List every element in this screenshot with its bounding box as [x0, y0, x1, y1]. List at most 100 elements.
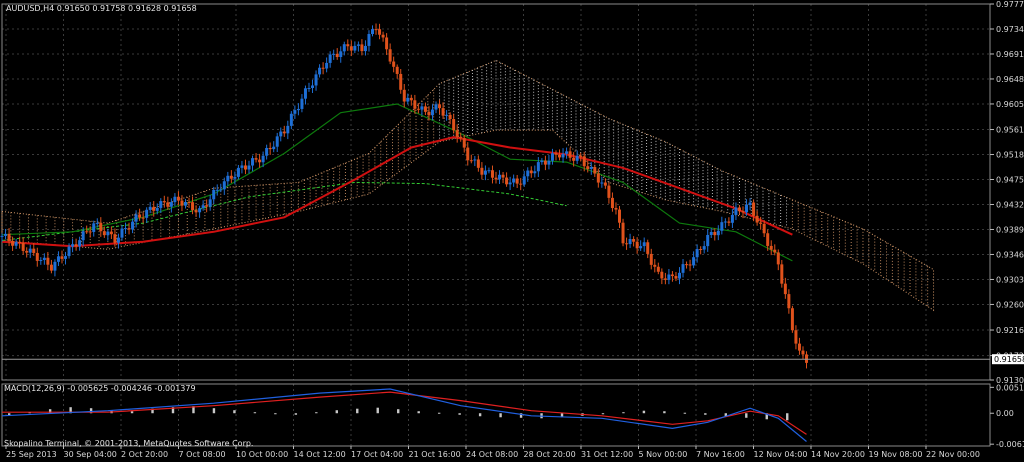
candle-body	[554, 153, 558, 155]
candle-body	[303, 88, 307, 99]
candle-body	[737, 207, 741, 212]
macd-y-tick-label: 0.00	[996, 409, 1014, 418]
candle-body	[342, 44, 346, 52]
candle-body	[653, 264, 657, 267]
candle-body	[670, 274, 674, 277]
candle-body	[14, 242, 18, 246]
candle-body	[138, 214, 142, 218]
macd-histogram-bar	[335, 410, 338, 414]
x-tick-label: 7 Nov 16:00	[696, 450, 745, 459]
candle-body	[462, 138, 466, 148]
candle-body	[339, 51, 343, 58]
candle-body	[692, 257, 696, 266]
macd-histogram-bar	[294, 413, 298, 415]
candle-body	[445, 114, 449, 116]
candle-body	[236, 167, 240, 177]
candle-body	[392, 61, 396, 67]
macd-histogram-bar	[376, 407, 379, 414]
x-tick-label: 10 Oct 00:00	[236, 450, 288, 459]
candle-body	[618, 209, 621, 223]
candle-body	[321, 67, 325, 69]
candle-body	[730, 214, 734, 223]
candle-body	[85, 231, 89, 233]
candle-body	[53, 261, 57, 271]
copyright-text: Skopalino Terminal, © 2001-2013, MetaQuo…	[4, 439, 253, 448]
candle-body	[459, 136, 463, 139]
candle-body	[191, 202, 195, 211]
candle-body	[71, 244, 75, 247]
macd-histogram-bar	[437, 412, 441, 414]
candle-body	[579, 155, 583, 157]
candle-body	[127, 228, 131, 230]
x-tick-label: 28 Oct 20:00	[524, 450, 576, 459]
candle-body	[745, 204, 749, 213]
candle-body	[99, 222, 103, 232]
y-tick-label: 0.93460	[996, 250, 1024, 259]
candle-body	[328, 54, 332, 63]
candle-body	[543, 160, 547, 165]
candle-body	[688, 264, 692, 266]
candle-body	[7, 233, 11, 241]
candle-body	[265, 147, 269, 156]
trading-chart[interactable]: 0.97770 0.97340 0.96910 0.96480 0.96050 0.956…	[0, 0, 1024, 462]
candle-body	[95, 222, 99, 224]
candle-body	[780, 264, 784, 284]
candle-body	[713, 231, 717, 236]
candle-body	[78, 240, 82, 247]
candle-body	[395, 66, 399, 74]
macd-histogram-bar	[642, 410, 646, 414]
x-tick-label: 5 Nov 00:00	[639, 450, 688, 459]
macd-histogram-bar	[315, 412, 318, 414]
candle-body	[275, 136, 279, 147]
candle-body	[769, 245, 773, 250]
candle-body	[427, 111, 431, 116]
candle-body	[46, 257, 50, 265]
candle-body	[21, 242, 25, 251]
candle-body	[293, 110, 297, 114]
macd-histogram-bar	[745, 413, 748, 418]
candle-body	[706, 234, 710, 247]
candle-body	[438, 104, 442, 109]
candle-body	[610, 197, 614, 209]
macd-histogram-bar	[253, 412, 257, 414]
candle-body	[367, 34, 371, 46]
macd-histogram-bar	[233, 410, 236, 414]
candle-body	[487, 170, 491, 172]
candle-body	[656, 266, 660, 272]
candle-body	[92, 223, 96, 232]
macd-histogram-bar	[663, 411, 666, 414]
x-tick-label: 17 Oct 04:00	[351, 450, 403, 459]
candle-body	[148, 206, 152, 210]
candle-body	[766, 233, 770, 246]
candle-body	[406, 97, 410, 102]
candle-body	[11, 240, 15, 246]
candle-body	[180, 200, 184, 206]
macd-histogram-bar	[356, 408, 359, 414]
candle-body	[159, 201, 163, 208]
candle-body	[42, 257, 46, 261]
candle-body	[198, 208, 202, 213]
candle-body	[512, 178, 516, 183]
candle-body	[409, 97, 413, 101]
candle-body	[603, 182, 607, 186]
candle-body	[67, 246, 71, 257]
candle-body	[709, 231, 713, 235]
candle-body	[39, 260, 43, 262]
candle-body	[416, 108, 420, 110]
candle-body	[452, 119, 456, 131]
x-tick-label: 19 Nov 08:00	[869, 450, 923, 459]
x-tick-label: 14 Nov 20:00	[811, 450, 865, 459]
candle-body	[621, 222, 625, 244]
candle-body	[614, 208, 618, 210]
candle-body	[356, 44, 360, 46]
candle-body	[469, 160, 473, 162]
candle-body	[74, 244, 78, 247]
candle-body	[649, 253, 653, 265]
candle-body	[208, 199, 212, 207]
candle-body	[550, 153, 554, 161]
candle-body	[116, 237, 120, 243]
candle-body	[805, 354, 809, 363]
candle-body	[476, 159, 480, 168]
candle-body	[4, 233, 8, 236]
candle-body	[759, 222, 763, 224]
